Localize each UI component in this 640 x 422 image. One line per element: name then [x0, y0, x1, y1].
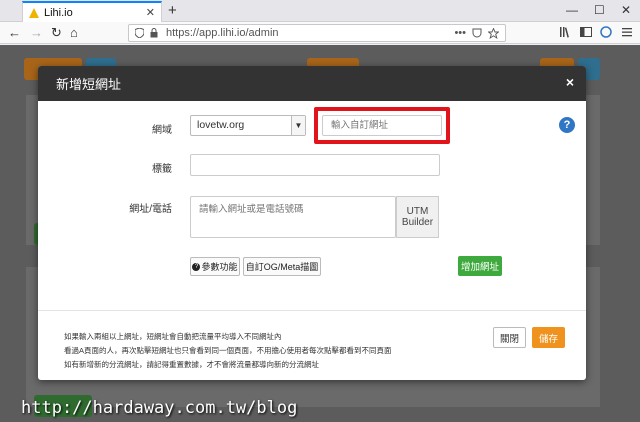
menu-icon[interactable]	[621, 26, 633, 38]
new-tab-button[interactable]: +	[168, 2, 177, 19]
question-circle-icon: ?	[192, 262, 201, 271]
note-line-1: 如果輸入兩組以上網址，短網址會自動把流量平均導入不同網址內	[64, 332, 282, 341]
params-button-label: 參數功能	[201, 262, 238, 272]
pocket-icon[interactable]	[472, 28, 482, 38]
utm-label-line1: UTM	[406, 206, 429, 217]
utm-builder-button[interactable]: UTM Builder	[396, 196, 439, 238]
note-line-3: 如有新增新的分流網址，請記得重置數據，才不會將流量都導向新的分流網址	[64, 360, 319, 369]
library-icon[interactable]	[559, 26, 571, 38]
tab-title: Lihi.io	[44, 6, 73, 19]
tag-label: 標籤	[152, 164, 172, 175]
sync-icon[interactable]	[600, 26, 612, 38]
modal-close-icon[interactable]: ×	[566, 74, 574, 90]
bookmark-star-icon[interactable]	[488, 27, 499, 39]
minimize-icon[interactable]: —	[566, 3, 578, 17]
utm-label-line2: Builder	[401, 217, 434, 228]
sidebar-icon[interactable]	[580, 26, 592, 38]
tab-close-icon[interactable]: ✕	[146, 6, 155, 19]
close-button-label: 關閉	[499, 333, 519, 345]
modal-divider	[38, 310, 586, 311]
watermark-text: http://hardaway.com.tw/blog	[21, 398, 298, 418]
custom-url-input[interactable]	[322, 115, 442, 136]
url-phone-input[interactable]	[190, 196, 396, 238]
save-button[interactable]: 儲存	[532, 327, 565, 348]
lock-icon	[150, 28, 158, 38]
note-line-2: 看過A頁面的人，再次點擊短網址也只會看到同一個頁面，不用擔心使用者每次點擊都看到…	[64, 346, 392, 355]
add-url-button-label: 增加網址	[460, 262, 499, 273]
add-short-url-modal: 新增短網址 × 網域 lovetw.org ▼ ? 標籤 網址/電話 UTM B…	[38, 66, 586, 380]
save-button-label: 儲存	[538, 333, 558, 345]
help-icon[interactable]: ?	[559, 117, 575, 133]
custom-og-button[interactable]: 自訂OG/Meta描圖	[243, 257, 321, 276]
domain-select-value: lovetw.org	[197, 119, 245, 131]
add-url-button[interactable]: 增加網址	[458, 256, 502, 276]
page-actions-icon[interactable]: •••	[454, 27, 466, 39]
forward-icon[interactable]: →	[30, 25, 43, 40]
modal-title: 新增短網址	[56, 77, 122, 92]
url-phone-label: 網址/電話	[129, 204, 172, 215]
close-button[interactable]: 關閉	[493, 327, 526, 348]
tag-input[interactable]	[190, 154, 440, 176]
reload-icon[interactable]: ↻	[51, 25, 62, 41]
url-bar[interactable]: https://app.lihi.io/admin •••	[128, 24, 506, 42]
params-button[interactable]: ? 參數功能	[190, 257, 240, 276]
shield-icon	[135, 28, 144, 38]
chevron-down-icon: ▼	[291, 116, 305, 135]
window-close-icon[interactable]: ✕	[621, 3, 631, 17]
custom-og-button-label: 自訂OG/Meta描圖	[245, 262, 319, 272]
domain-select[interactable]: lovetw.org ▼	[190, 115, 306, 136]
modal-header: 新增短網址 ×	[38, 66, 586, 101]
back-icon[interactable]: ←	[8, 25, 21, 40]
url-text: https://app.lihi.io/admin	[166, 27, 279, 39]
browser-nav-bar: ← → ↻ ⌂ https://app.lihi.io/admin •••	[0, 22, 640, 44]
lihi-favicon-icon	[29, 7, 39, 18]
domain-label: 網域	[152, 125, 172, 136]
custom-url-highlight	[314, 107, 450, 144]
home-icon[interactable]: ⌂	[70, 25, 78, 40]
browser-tab-bar: Lihi.io ✕ + — ☐ ✕	[0, 0, 640, 22]
browser-tab[interactable]: Lihi.io ✕	[22, 1, 162, 22]
maximize-icon[interactable]: ☐	[594, 3, 605, 17]
